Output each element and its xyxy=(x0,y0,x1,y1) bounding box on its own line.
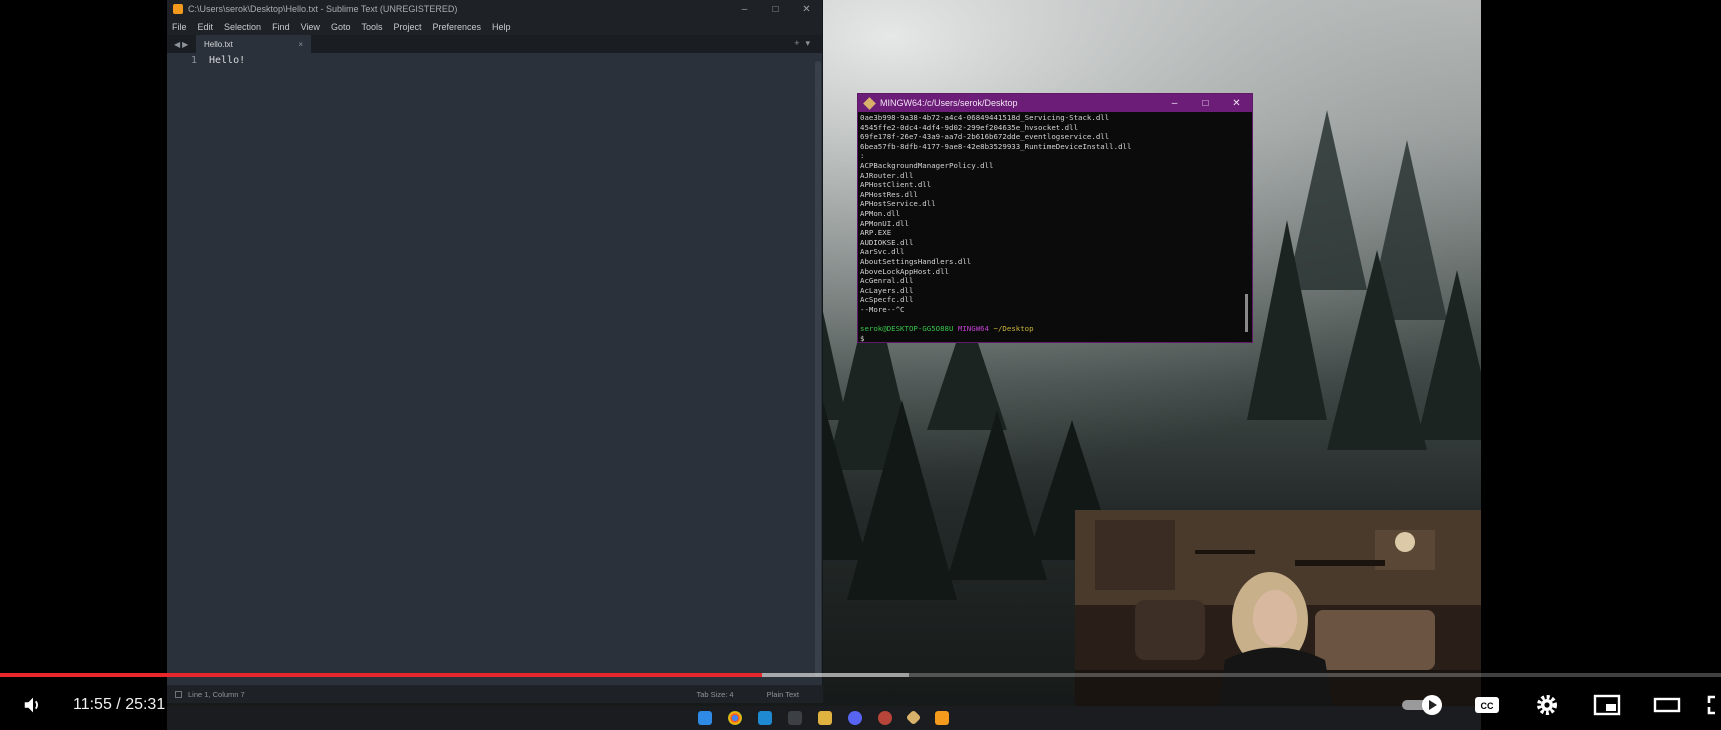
tab-nav-arrows-icon[interactable]: ◀▶ xyxy=(174,40,196,49)
git-bash-icon xyxy=(863,96,876,110)
menu-edit[interactable]: Edit xyxy=(198,22,214,32)
menu-project[interactable]: Project xyxy=(393,22,421,32)
prompt-host: MINGW64 xyxy=(957,324,990,334)
terminal-line: 0ae3b998-9a38-4b72-a4c4-06849441518d_Ser… xyxy=(860,113,1110,122)
terminal-line: APHostRes.dll xyxy=(860,189,918,199)
terminal-line: ARP.EXE xyxy=(860,228,892,238)
terminal-line: 4545ffe2-0dc4-4df4-9d02-299ef204635e_hvs… xyxy=(860,122,1079,132)
terminal-input-line[interactable]: $ xyxy=(860,334,1240,344)
menu-file[interactable]: File xyxy=(172,22,187,32)
sublime-tabbar: ◀▶ Hello.txt × +▾ xyxy=(167,35,822,53)
maximize-icon[interactable]: □ xyxy=(1190,98,1221,109)
editor-line-text[interactable]: Hello! xyxy=(209,55,245,66)
new-tab-and-dropdown-icon[interactable]: +▾ xyxy=(794,38,816,49)
terminal-titlebar: MINGW64:/c/Users/serok/Desktop – □ ✕ xyxy=(858,94,1252,112)
sublime-titlebar: C:\Users\serok\Desktop\Hello.txt - Subli… xyxy=(167,0,822,18)
menu-tools[interactable]: Tools xyxy=(361,22,382,32)
time-display: 11:55 / 25:31 xyxy=(73,696,166,713)
terminal-line: AboutSettingsHandlers.dll xyxy=(860,256,972,266)
autoplay-toggle-icon[interactable] xyxy=(1400,693,1444,717)
menu-find[interactable]: Find xyxy=(272,22,290,32)
terminal-scrollbar[interactable] xyxy=(1245,294,1248,332)
menu-view[interactable]: View xyxy=(301,22,320,32)
tab-hello-txt[interactable]: Hello.txt × xyxy=(196,35,311,53)
editor-scrollbar[interactable] xyxy=(815,61,821,677)
menu-preferences[interactable]: Preferences xyxy=(432,22,481,32)
terminal-title: MINGW64:/c/Users/serok/Desktop xyxy=(880,98,1018,108)
sublime-menubar: File Edit Selection Find View Goto Tools… xyxy=(167,18,822,35)
terminal-prompt: serok@DESKTOP-GG5O88U MINGW64 ~/Desktop xyxy=(860,324,1240,334)
captions-icon[interactable]: CC xyxy=(1473,693,1501,717)
terminal-line: AcGenral.dll xyxy=(860,276,914,286)
volume-icon[interactable] xyxy=(22,694,44,716)
miniplayer-icon[interactable] xyxy=(1593,693,1621,717)
terminal-line: APHostService.dll xyxy=(860,199,936,209)
progress-played xyxy=(0,673,763,677)
tab-close-icon[interactable]: × xyxy=(298,40,303,49)
prompt-user: serok@DESKTOP-GG5O88U xyxy=(860,324,954,334)
terminal-output[interactable]: 0ae3b998-9a38-4b72-a4c4-06849441518d_Ser… xyxy=(860,113,1240,343)
minimize-icon[interactable]: – xyxy=(729,4,760,15)
video-frame[interactable]: C:\Users\serok\Desktop\Hello.txt - Subli… xyxy=(167,0,1481,730)
prompt-dir: ~/Desktop xyxy=(993,324,1034,334)
sublime-app-icon xyxy=(173,4,183,14)
theater-mode-icon[interactable] xyxy=(1653,693,1681,717)
video-progress-bar[interactable] xyxy=(0,673,1721,677)
terminal-line: AUDIOKSE.dll xyxy=(860,237,914,247)
editor-area[interactable]: 1 Hello! xyxy=(167,53,823,685)
terminal-line: AboveLockAppHost.dll xyxy=(860,266,949,276)
minimize-icon[interactable]: – xyxy=(1159,98,1190,109)
player-controls: 11:55 / 25:31 CC xyxy=(0,685,1721,730)
mingw-terminal-window[interactable]: MINGW64:/c/Users/serok/Desktop – □ ✕ 0ae… xyxy=(857,93,1253,343)
fullscreen-icon[interactable] xyxy=(1707,693,1721,717)
terminal-line: AcSpecfc.dll xyxy=(860,295,914,305)
terminal-line: APHostClient.dll xyxy=(860,180,932,190)
sublime-text-window[interactable]: C:\Users\serok\Desktop\Hello.txt - Subli… xyxy=(167,0,823,703)
menu-help[interactable]: Help xyxy=(492,22,511,32)
terminal-line: --More--^C xyxy=(860,304,905,314)
menu-selection[interactable]: Selection xyxy=(224,22,261,32)
svg-text:CC: CC xyxy=(1481,701,1494,711)
terminal-line: APMonUI.dll xyxy=(860,218,909,228)
terminal-line: 6bea57fb-8dfb-4177-9ae8-42e8b3529933_Run… xyxy=(860,141,1132,151)
close-icon[interactable]: ✕ xyxy=(1221,98,1252,109)
menu-goto[interactable]: Goto xyxy=(331,22,351,32)
terminal-line: AJRouter.dll xyxy=(860,170,914,180)
settings-icon[interactable] xyxy=(1533,693,1561,717)
terminal-line: AcLayers.dll xyxy=(860,285,914,295)
terminal-line: 69fe178f-26e7-43a9-aa7d-2b616b672dde_eve… xyxy=(860,132,1110,142)
terminal-line: : xyxy=(860,151,865,161)
terminal-line: APMon.dll xyxy=(860,208,901,218)
tab-label: Hello.txt xyxy=(204,39,233,49)
maximize-icon[interactable]: □ xyxy=(760,4,791,15)
sublime-window-title: C:\Users\serok\Desktop\Hello.txt - Subli… xyxy=(188,4,458,14)
terminal-line: ACPBackgroundManagerPolicy.dll xyxy=(860,160,994,170)
line-number: 1 xyxy=(190,55,197,66)
terminal-line: AarSvc.dll xyxy=(860,247,905,257)
close-icon[interactable]: ✕ xyxy=(791,4,822,15)
